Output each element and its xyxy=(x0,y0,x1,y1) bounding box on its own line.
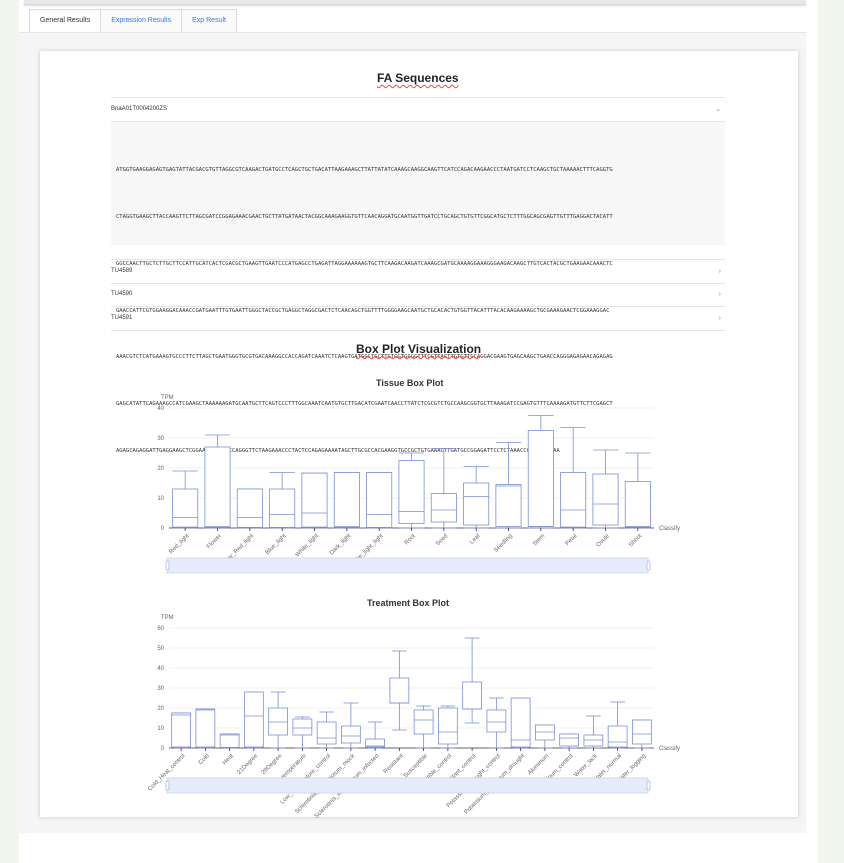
zoom-slider[interactable] xyxy=(166,777,649,794)
y-tick-label: 0 xyxy=(161,746,165,752)
x-tick-label: Heat xyxy=(222,753,235,766)
box-body xyxy=(268,707,288,736)
x-tick-label: 21Degree xyxy=(236,753,259,776)
box-body xyxy=(413,709,434,735)
box-body xyxy=(219,733,240,748)
y-tick-label: 20 xyxy=(157,706,164,712)
box-body xyxy=(462,681,482,710)
box-body xyxy=(316,721,337,745)
y-tick-label: 50 xyxy=(157,646,164,652)
zoom-handle-left[interactable] xyxy=(165,780,170,791)
x-axis-label: Classify xyxy=(659,746,680,752)
box-body xyxy=(486,709,507,733)
box-body xyxy=(244,691,264,748)
x-tick-label: Resistant xyxy=(383,753,405,775)
box-body xyxy=(632,719,652,745)
zoom-handle-right[interactable] xyxy=(646,780,651,791)
box-body xyxy=(559,733,579,747)
y-tick-label: 30 xyxy=(157,686,164,692)
box-body xyxy=(389,677,410,704)
y-tick-label: 60 xyxy=(157,626,164,632)
box-body xyxy=(341,725,361,744)
box-body xyxy=(607,725,628,748)
box-body xyxy=(438,707,458,745)
box-body xyxy=(535,724,555,741)
treatment-box-plot: 0102030405060TPMClassifyCold_Heat_contro… xyxy=(147,615,680,820)
box-body xyxy=(171,712,191,748)
x-tick-label: Water_lack xyxy=(573,752,599,778)
y-axis-label: TPM xyxy=(161,615,174,621)
x-tick-label: Aluminum xyxy=(527,753,550,776)
box-body xyxy=(195,708,216,748)
y-tick-label: 40 xyxy=(157,666,164,672)
x-tick-label: 29Degree xyxy=(261,753,284,776)
x-tick-label: Cold xyxy=(198,753,211,766)
box-body xyxy=(292,718,313,736)
box-body xyxy=(583,734,604,747)
y-tick-label: 10 xyxy=(157,726,164,732)
